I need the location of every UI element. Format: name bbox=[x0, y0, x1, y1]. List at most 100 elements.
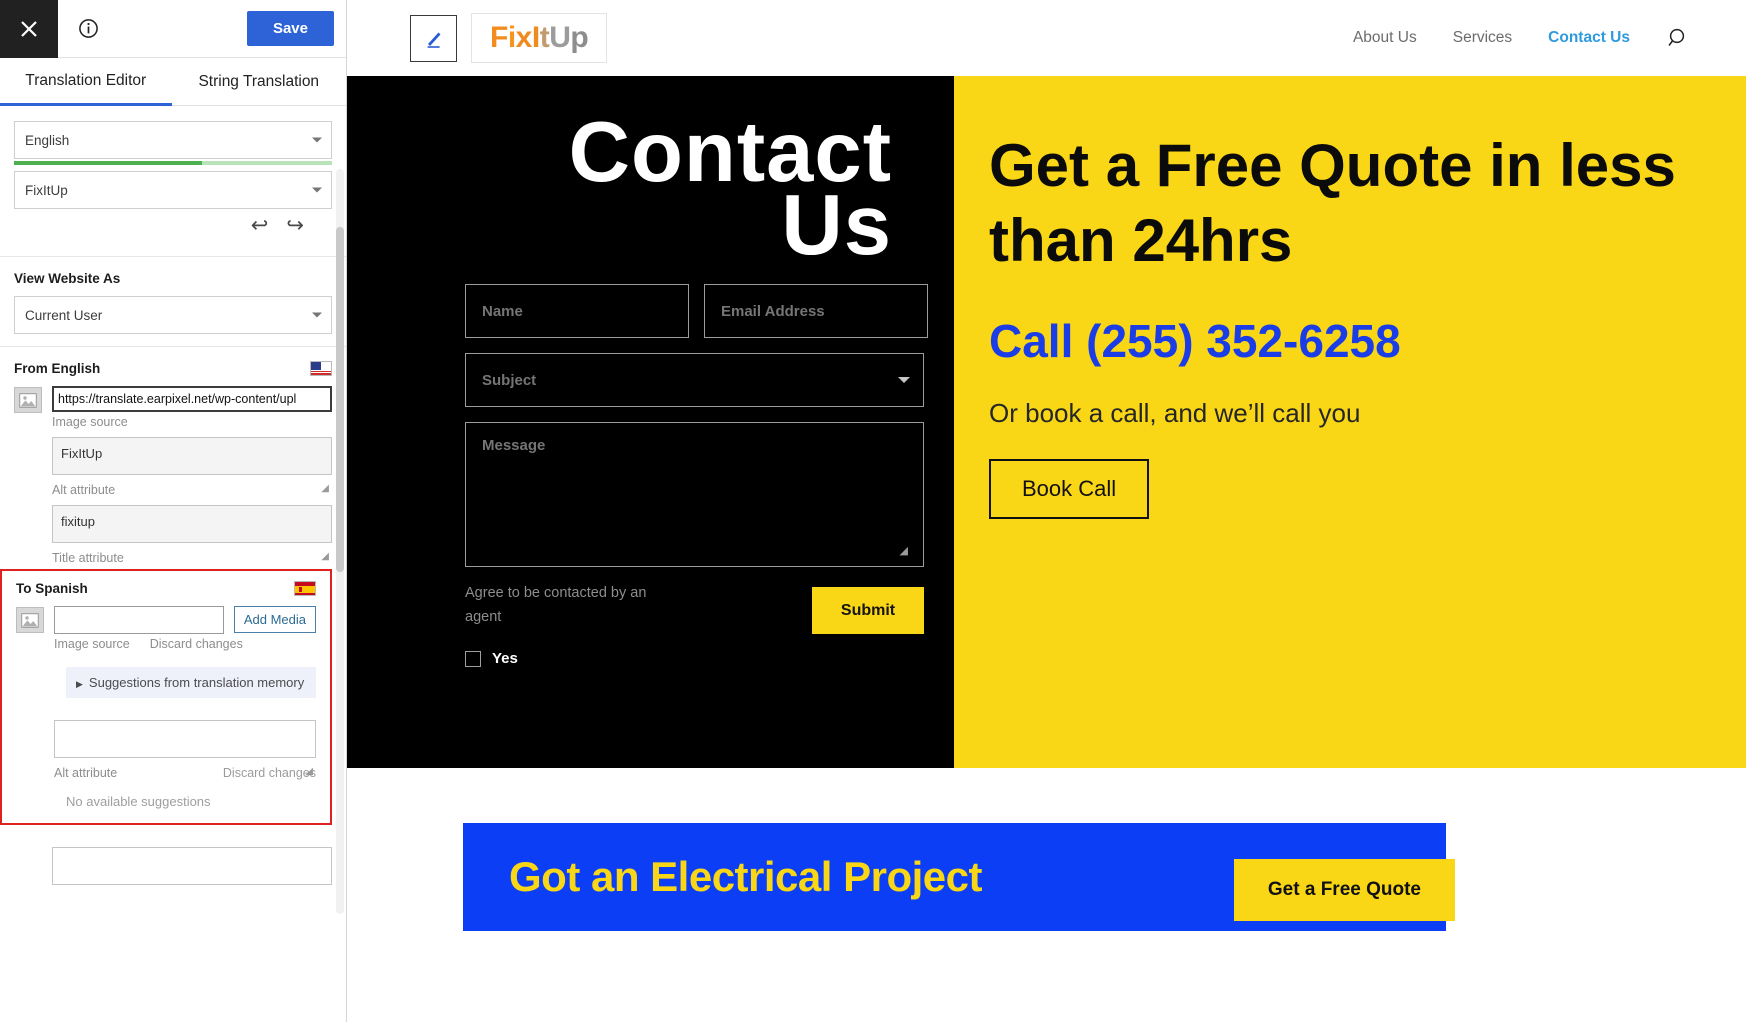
view-website-as-value: Current User bbox=[25, 307, 103, 323]
search-magnifier-icon[interactable] bbox=[1666, 26, 1690, 50]
tab-translation-editor[interactable]: Translation Editor bbox=[0, 58, 172, 106]
alt-attribute-hint: Alt attribute bbox=[52, 483, 116, 497]
panel-scrollbar-thumb[interactable] bbox=[336, 227, 344, 572]
form-row-subject bbox=[465, 353, 924, 408]
hero-headline: Get a Free Quote in less than 24hrs bbox=[989, 132, 1676, 274]
target-alt-col: ◢ Alt attribute Discard changes bbox=[54, 720, 316, 780]
page-select-value: FixItUp bbox=[25, 182, 68, 198]
target-alt-textarea[interactable] bbox=[54, 720, 316, 758]
source-title-col: ◢ Title attribute bbox=[52, 505, 332, 565]
add-media-button[interactable]: Add Media bbox=[233, 606, 316, 633]
form-row-name-email bbox=[465, 284, 928, 339]
image-source-hint: Image source bbox=[52, 415, 128, 429]
yes-label: Yes bbox=[492, 650, 518, 668]
get-a-free-quote-button[interactable]: Get a Free Quote bbox=[1233, 859, 1455, 921]
chevron-down-icon bbox=[312, 187, 322, 193]
undo-arrow-icon[interactable]: ↩ bbox=[251, 215, 269, 236]
yes-checkbox-row: Yes bbox=[465, 650, 924, 667]
flag-es-icon bbox=[294, 581, 316, 596]
target-language-header: To Spanish bbox=[16, 581, 316, 596]
nav-item-contact-us[interactable]: Contact Us bbox=[1548, 29, 1630, 47]
title-attribute-hint: Title attribute bbox=[52, 551, 124, 565]
target-language-section: To Spanish Add Media Image source Discar… bbox=[0, 569, 332, 825]
screen-root: Save Translation Editor String Translati… bbox=[0, 0, 1746, 1022]
submit-button[interactable]: Submit bbox=[812, 587, 924, 635]
source-title-textarea[interactable] bbox=[52, 505, 332, 543]
no-available-suggestions-label: No available suggestions bbox=[66, 794, 211, 809]
discard-changes-image[interactable]: Discard changes bbox=[150, 637, 243, 651]
source-image-source-input[interactable] bbox=[52, 386, 332, 412]
contact-form: ◢ Agree to be contacted by an agent Subm… bbox=[347, 262, 954, 667]
next-textarea[interactable] bbox=[52, 847, 332, 885]
name-input[interactable] bbox=[465, 284, 689, 339]
translation-progress-fill bbox=[14, 161, 202, 165]
next-field-col bbox=[52, 847, 332, 890]
editor-topbar: Save bbox=[0, 0, 346, 58]
cta-text: Got an Electrical Project bbox=[509, 853, 983, 900]
close-icon[interactable] bbox=[0, 0, 58, 58]
site-logo[interactable]: FixItUp bbox=[471, 13, 608, 63]
target-image-source-row: Add Media bbox=[16, 606, 316, 634]
hero-subtext: Or book a call, and we’ll call you bbox=[989, 398, 1361, 428]
nav-item-about-us[interactable]: About Us bbox=[1353, 29, 1417, 47]
agree-row: Agree to be contacted by an agent Submit bbox=[465, 582, 924, 635]
editor-scroll-area: English FixItUp ↩ ↪ View Website As Curr… bbox=[0, 107, 346, 1022]
triangle-right-icon: ▶ bbox=[76, 679, 83, 689]
target-image-source-hints: Image source Discard changes bbox=[54, 637, 316, 651]
book-call-button[interactable]: Book Call bbox=[989, 459, 1150, 519]
image-source-hint: Image source bbox=[54, 637, 130, 651]
hero-section: ContactUs ◢ Agree to be bbox=[347, 76, 1746, 768]
site-logo-text: FixItUp bbox=[490, 21, 589, 54]
image-placeholder-icon bbox=[16, 607, 44, 633]
nav-item-services[interactable]: Services bbox=[1453, 29, 1512, 47]
source-image-source-row: Image source bbox=[14, 386, 332, 429]
section-gap bbox=[347, 768, 1746, 823]
discard-changes-alt[interactable]: Discard changes bbox=[223, 766, 316, 780]
source-alt-textarea[interactable] bbox=[52, 437, 332, 475]
chevron-down-icon bbox=[312, 137, 322, 143]
source-alt-col: ◢ Alt attribute bbox=[52, 437, 332, 497]
alt-attribute-hint: Alt attribute bbox=[54, 766, 118, 780]
agree-text: Agree to be contacted by an agent bbox=[465, 585, 647, 626]
redo-arrow-icon[interactable]: ↪ bbox=[286, 215, 304, 236]
hero-phone[interactable]: Call (255) 352-6258 bbox=[989, 314, 1746, 368]
selectors-section: English FixItUp ↩ ↪ bbox=[0, 107, 346, 257]
info-circle-icon[interactable] bbox=[58, 0, 118, 58]
hero-left-dark: ContactUs ◢ Agree to be bbox=[347, 76, 954, 768]
view-website-as-label: View Website As bbox=[14, 271, 121, 286]
target-image-source-input[interactable] bbox=[54, 606, 224, 634]
source-language-label: From English bbox=[14, 361, 101, 376]
view-website-as-select[interactable]: Current User bbox=[14, 296, 332, 334]
source-language-header: From English bbox=[14, 361, 332, 376]
tab-string-translation[interactable]: String Translation bbox=[172, 58, 347, 106]
website-preview: FixItUp About Us Services Contact Us Con… bbox=[347, 0, 1746, 1022]
subject-select[interactable] bbox=[465, 353, 924, 408]
language-select[interactable]: English bbox=[14, 121, 332, 159]
hero-right-yellow: Get a Free Quote in less than 24hrs Call… bbox=[954, 76, 1746, 768]
undo-redo-row: ↩ ↪ bbox=[14, 211, 332, 246]
save-button[interactable]: Save bbox=[246, 11, 334, 46]
source-title-row: ◢ Title attribute bbox=[14, 505, 332, 565]
target-language-label: To Spanish bbox=[16, 581, 88, 596]
suggestions-from-translation-memory-toggle[interactable]: ▶ Suggestions from translation memory bbox=[66, 667, 316, 698]
chevron-down-icon bbox=[312, 312, 322, 318]
site-nav: About Us Services Contact Us bbox=[1353, 26, 1746, 50]
hero-title: Contact Us bbox=[568, 105, 892, 274]
source-language-section: From English Image source bbox=[0, 347, 346, 569]
cta-banner: Got an Electrical Project Get a Free Quo… bbox=[463, 823, 1455, 931]
agree-checkbox[interactable] bbox=[465, 650, 481, 667]
message-textarea[interactable] bbox=[465, 422, 924, 568]
suggestions-label: Suggestions from translation memory bbox=[88, 675, 305, 690]
translation-progress-rail bbox=[14, 161, 332, 165]
email-input[interactable] bbox=[704, 284, 928, 339]
translation-editor-panel: Save Translation Editor String Translati… bbox=[0, 0, 347, 1022]
language-select-value: English bbox=[25, 132, 70, 148]
image-placeholder-icon bbox=[14, 387, 42, 413]
pencil-edit-icon[interactable] bbox=[410, 14, 457, 62]
editor-tabs: Translation Editor String Translation bbox=[0, 58, 346, 106]
source-image-source-col: Image source bbox=[52, 386, 332, 429]
next-field-row bbox=[52, 847, 332, 890]
page-select[interactable]: FixItUp bbox=[14, 171, 332, 209]
resize-grip-icon: ◢ bbox=[899, 545, 908, 558]
form-row-message: ◢ bbox=[465, 422, 924, 568]
